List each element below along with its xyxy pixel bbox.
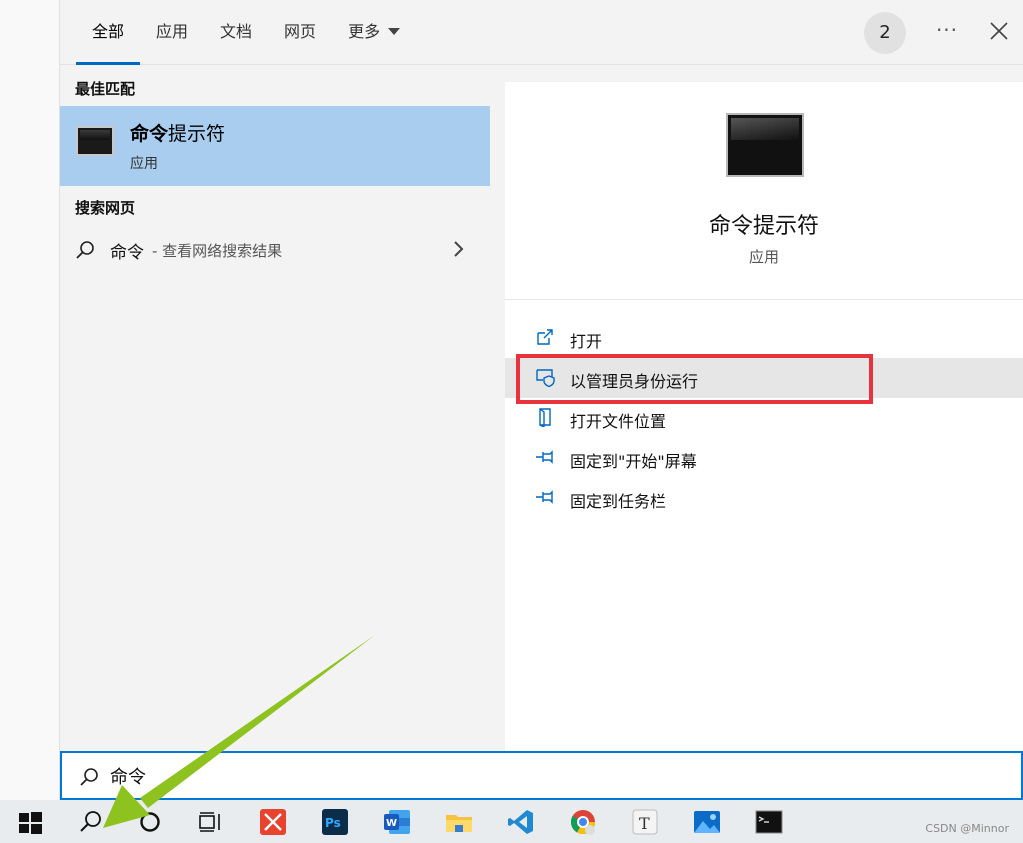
action-pin-to-taskbar[interactable]: 固定到任务栏 <box>505 478 1023 518</box>
web-hint: - 查看网络搜索结果 <box>152 242 283 260</box>
chrome-icon[interactable] <box>569 808 597 836</box>
tab-more-label: 更多 <box>348 22 381 41</box>
xmind-icon[interactable] <box>259 808 287 836</box>
chevron-down-icon <box>388 28 401 35</box>
best-match-subtitle: 应用 <box>130 156 158 172</box>
search-tabs-bar: 全部 应用 文档 网页 更多 2 ··· <box>60 0 1023 65</box>
search-icon <box>80 768 98 786</box>
pin-icon <box>536 490 553 504</box>
taskbar: Ps W T CSDN @Minnor <box>0 800 1023 843</box>
search-input[interactable] <box>110 760 990 792</box>
close-button[interactable] <box>984 16 1014 46</box>
rewards-badge[interactable]: 2 <box>864 12 906 54</box>
close-icon <box>990 22 1008 40</box>
cmd-icon[interactable] <box>755 808 783 836</box>
action-label: 打开 <box>570 332 603 351</box>
action-list: 打开 以管理员身份运行 打开文件位置 固定到"开始"屏幕 固定到任务栏 <box>505 318 1023 518</box>
action-label: 以管理员身份运行 <box>570 372 699 391</box>
start-search-panel: 全部 应用 文档 网页 更多 2 ··· 最佳匹配 命令提示符 应用 搜索网页 … <box>60 0 1023 800</box>
action-label: 打开文件位置 <box>570 412 667 431</box>
open-icon <box>537 329 553 345</box>
action-open-file-location[interactable]: 打开文件位置 <box>505 398 1023 438</box>
tab-web[interactable]: 网页 <box>268 0 332 65</box>
tab-all[interactable]: 全部 <box>76 0 141 65</box>
best-match-title: 命令提示符 <box>130 123 226 145</box>
results-list: 最佳匹配 命令提示符 应用 搜索网页 命令 - 查看网络搜索结果 <box>60 66 490 751</box>
detail-subtitle: 应用 <box>748 248 779 266</box>
cmd-app-large-icon <box>726 113 804 177</box>
web-search-item[interactable]: 命令 - 查看网络搜索结果 <box>60 229 490 269</box>
web-query: 命令 <box>110 243 144 263</box>
chevron-right-icon <box>454 241 464 257</box>
photos-icon[interactable] <box>693 808 721 836</box>
more-options-button[interactable]: ··· <box>932 16 962 46</box>
vscode-icon[interactable] <box>507 808 535 836</box>
action-pin-to-start[interactable]: 固定到"开始"屏幕 <box>505 438 1023 478</box>
search-icon[interactable] <box>77 808 105 836</box>
background-window <box>0 0 60 800</box>
svg-text:Ps: Ps <box>325 816 341 830</box>
file-location-icon <box>539 408 551 427</box>
file-explorer-icon[interactable] <box>445 808 473 836</box>
search-icon <box>76 241 94 259</box>
admin-shield-icon <box>536 369 555 387</box>
detail-header: 命令提示符 应用 <box>505 82 1023 300</box>
pin-icon <box>536 450 553 464</box>
action-open[interactable]: 打开 <box>505 318 1023 358</box>
cmd-app-icon <box>76 126 114 156</box>
svg-text:W: W <box>386 818 397 829</box>
tab-documents[interactable]: 文档 <box>204 0 268 65</box>
svg-text:T: T <box>639 814 650 833</box>
tab-more[interactable]: 更多 <box>332 0 416 65</box>
best-match-item[interactable]: 命令提示符 应用 <box>60 106 490 186</box>
search-box[interactable] <box>60 751 1023 800</box>
search-web-heading: 搜索网页 <box>75 199 136 217</box>
word-icon[interactable]: W <box>383 808 411 836</box>
action-label: 固定到任务栏 <box>570 492 667 511</box>
cortana-icon[interactable] <box>136 808 164 836</box>
typora-icon[interactable]: T <box>631 808 659 836</box>
watermark: CSDN @Minnor <box>925 822 1009 835</box>
photoshop-icon[interactable]: Ps <box>321 808 349 836</box>
detail-pane: 命令提示符 应用 打开 以管理员身份运行 打开文件位置 固定到"开始"屏幕 固定… <box>505 82 1023 751</box>
action-label: 固定到"开始"屏幕 <box>570 452 697 471</box>
task-view-icon[interactable] <box>196 808 224 836</box>
windows-start-icon[interactable] <box>16 808 44 836</box>
tab-apps[interactable]: 应用 <box>140 0 204 65</box>
best-match-heading: 最佳匹配 <box>75 80 136 98</box>
action-run-as-admin[interactable]: 以管理员身份运行 <box>505 358 1023 398</box>
detail-title: 命令提示符 <box>708 214 819 239</box>
